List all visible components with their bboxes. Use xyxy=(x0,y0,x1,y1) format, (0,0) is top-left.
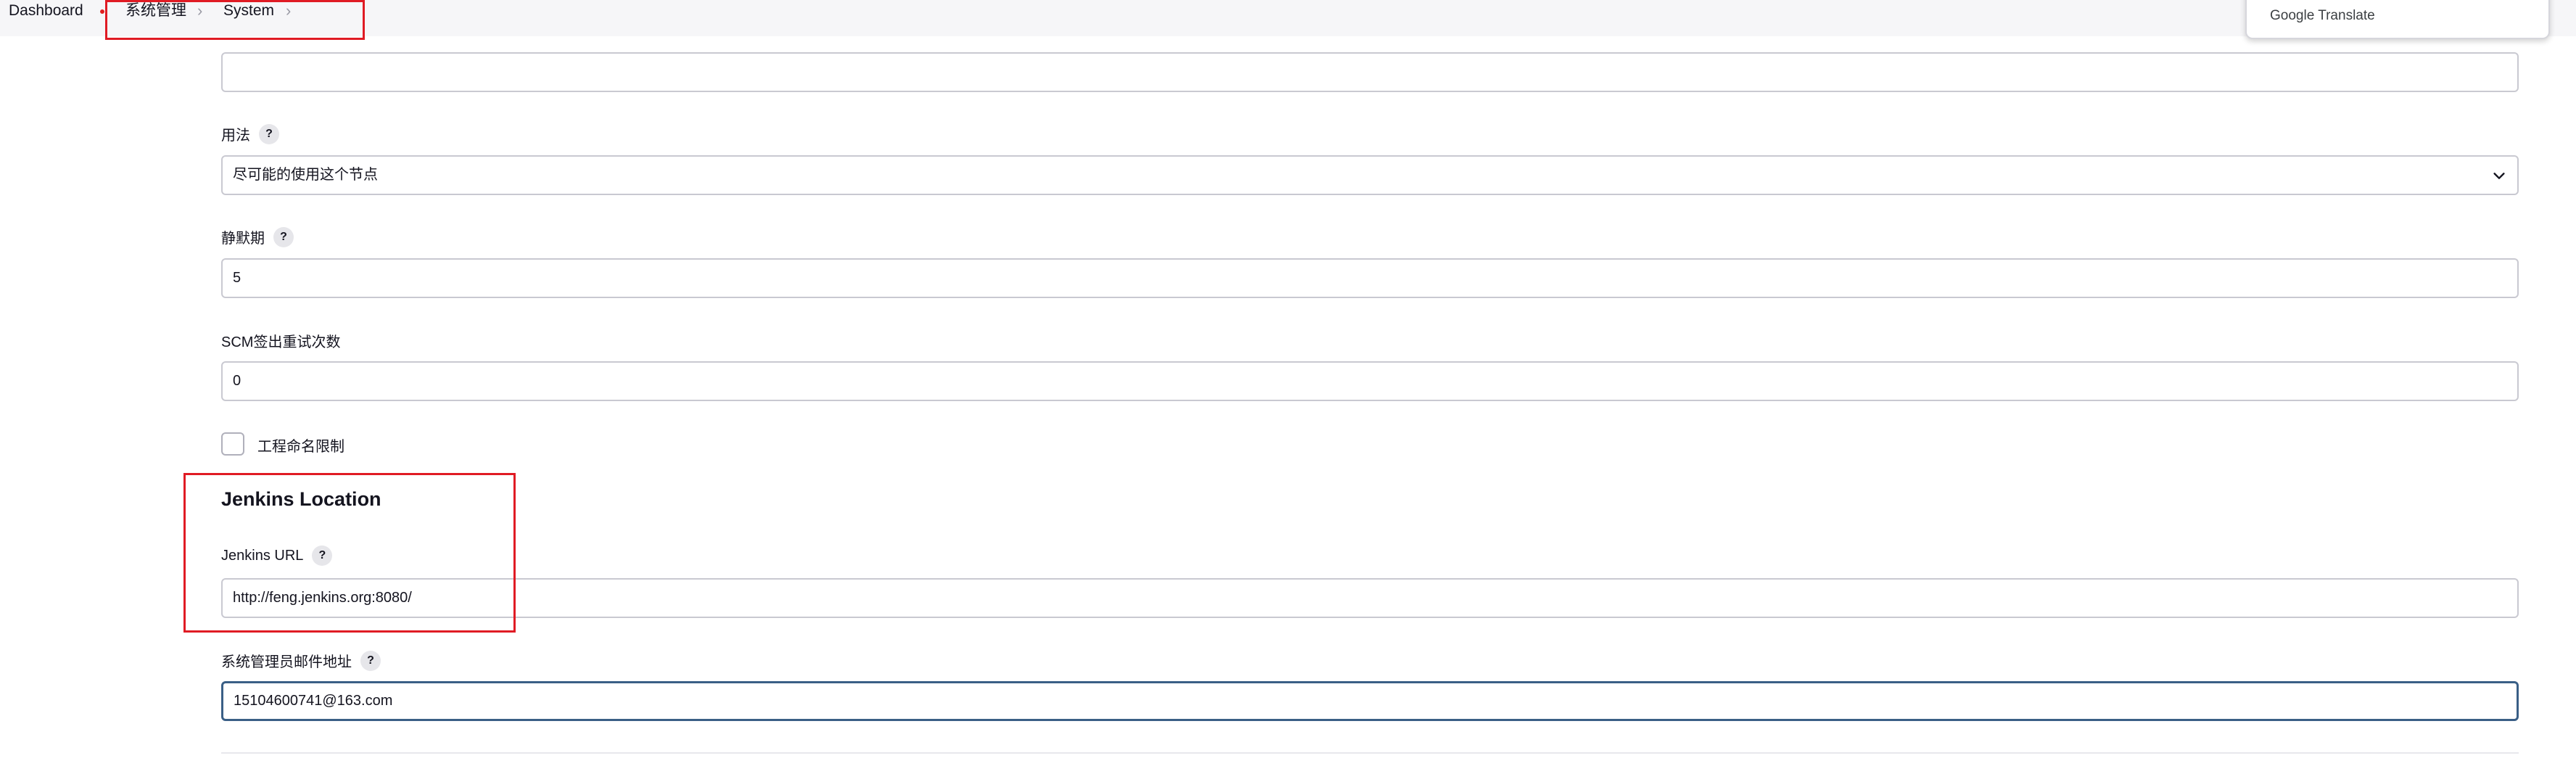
quiet-period-input[interactable]: 5 xyxy=(221,258,2519,298)
google-translate-popup[interactable]: Google Translate xyxy=(2245,0,2550,39)
help-icon[interactable]: ? xyxy=(273,226,294,247)
quiet-period-label-row: 静默期 ? xyxy=(221,226,294,247)
annotation-box-jenkins-location xyxy=(183,473,516,633)
admin-email-label: 系统管理员邮件地址 xyxy=(221,654,352,670)
help-icon[interactable]: ? xyxy=(259,123,279,144)
scm-retry-label: SCM签出重试次数 xyxy=(221,334,341,350)
top-text-field[interactable] xyxy=(221,52,2519,92)
scm-retry-label-row: SCM签出重试次数 xyxy=(221,330,340,351)
project-naming-checkbox[interactable] xyxy=(221,432,244,456)
chevron-down-icon xyxy=(2493,173,2505,179)
help-icon[interactable]: ? xyxy=(360,650,381,671)
project-naming-label[interactable]: 工程命名限制 xyxy=(257,435,344,456)
section-divider xyxy=(221,752,2519,754)
usage-label-row: 用法 ? xyxy=(221,123,279,144)
admin-email-label-row: 系统管理员邮件地址 ? xyxy=(221,650,381,671)
usage-select[interactable]: 尽可能的使用这个节点 xyxy=(221,155,2519,195)
admin-email-input[interactable]: 15104600741@163.com xyxy=(221,681,2519,721)
breadcrumb: Dashboard 系统管理 › System › xyxy=(0,0,2576,36)
jenkins-url-input[interactable]: http://feng.jenkins.org:8080/ xyxy=(221,578,2519,618)
quiet-period-label: 静默期 xyxy=(221,231,265,247)
breadcrumb-marker-dot xyxy=(100,9,104,14)
usage-label: 用法 xyxy=(221,128,250,144)
google-translate-label: Google Translate xyxy=(2270,8,2375,23)
scm-retry-input[interactable]: 0 xyxy=(221,361,2519,401)
usage-selected-value: 尽可能的使用这个节点 xyxy=(233,167,378,183)
breadcrumb-dashboard-link[interactable]: Dashboard xyxy=(9,0,83,22)
annotation-box-breadcrumb xyxy=(105,0,365,40)
